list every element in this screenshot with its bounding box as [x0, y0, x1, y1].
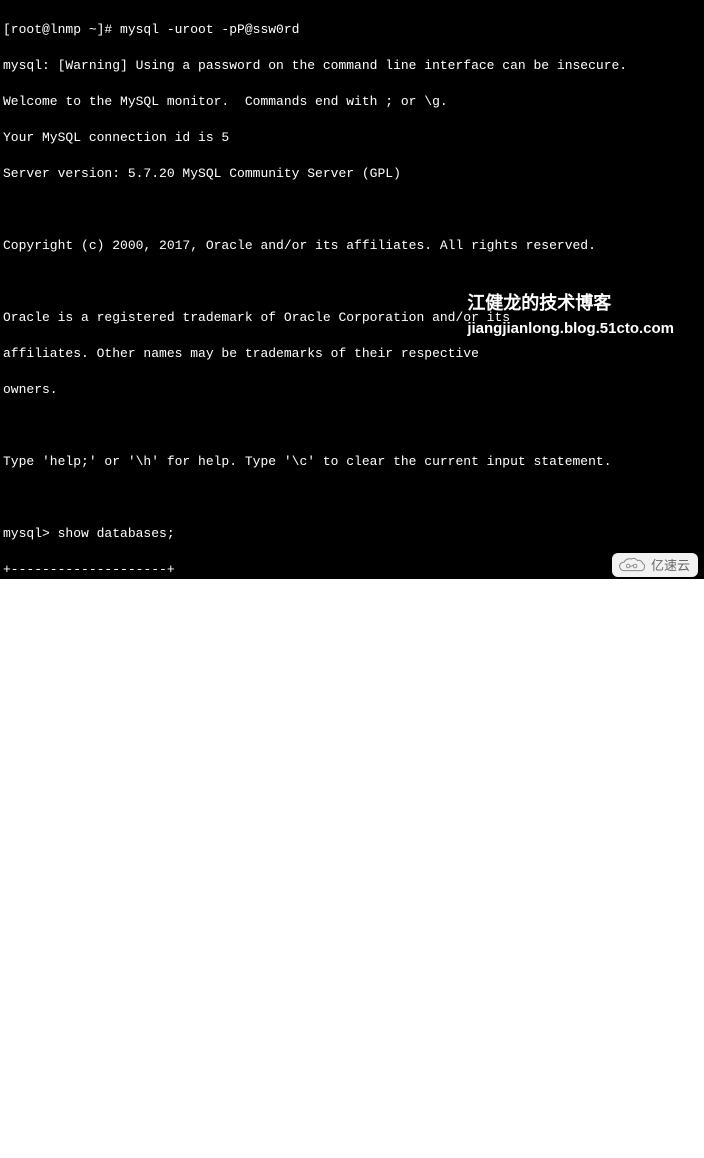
cloud-icon [618, 557, 646, 575]
blank-line [3, 885, 701, 903]
table-header: | version() | [3, 993, 701, 1011]
terminal-window[interactable]: [root@lnmp ~]# mysql -uroot -pP@ssw0rd m… [0, 0, 704, 579]
table-border: +--------------------+ [3, 813, 701, 831]
table-row: | mysql | [3, 705, 701, 723]
table-border: +--------------------+ [3, 561, 701, 579]
mysql-warning: mysql: [Warning] Using a password on the… [3, 57, 701, 75]
blank-line [3, 417, 701, 435]
blank-line [3, 273, 701, 291]
table-border: +--------------------+ [3, 633, 701, 651]
table-row: | performance_schema | [3, 741, 701, 759]
copyright-line: Copyright (c) 2000, 2017, Oracle and/or … [3, 237, 701, 255]
prompt-line: [root@lnmp ~]# mysql -uroot -pP@ssw0rd [3, 21, 701, 39]
table-border: +-----------+ [3, 1029, 701, 1047]
watermark-url: jiangjianlong.blog.51cto.com [467, 320, 674, 338]
provider-watermark-text: 亿速云 [651, 557, 690, 575]
table-header: | Database | [3, 597, 701, 615]
table-row: | 5.7.20 | [3, 1065, 701, 1083]
select-version-command: mysql> select version(); [3, 921, 701, 939]
table-row: | information_schema | [3, 669, 701, 687]
blank-line [3, 489, 701, 507]
blank-line [3, 201, 701, 219]
blog-watermark: 江健龙的技术博客 jiangjianlong.blog.51cto.com [467, 294, 674, 338]
row-count: 4 rows in set (0.00 sec) [3, 849, 701, 867]
mysql-welcome: Welcome to the MySQL monitor. Commands e… [3, 93, 701, 111]
table-row: | sys | [3, 777, 701, 795]
table-border: +-----------+ [3, 957, 701, 975]
provider-watermark: 亿速云 [612, 553, 698, 577]
watermark-title: 江健龙的技术博客 [467, 294, 674, 312]
trademark-line: affiliates. Other names may be trademark… [3, 345, 701, 363]
show-databases-command: mysql> show databases; [3, 525, 701, 543]
connection-id: Your MySQL connection id is 5 [3, 129, 701, 147]
row-count: 1 row in set (0.00 sec) [3, 1137, 701, 1155]
server-version: Server version: 5.7.20 MySQL Community S… [3, 165, 701, 183]
help-line: Type 'help;' or '\h' for help. Type '\c'… [3, 453, 701, 471]
table-border: +-----------+ [3, 1101, 701, 1119]
trademark-line: owners. [3, 381, 701, 399]
